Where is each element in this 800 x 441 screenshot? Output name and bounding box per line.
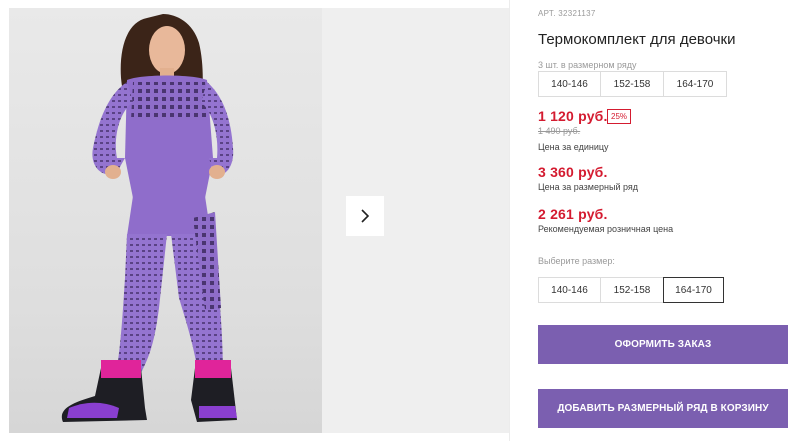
pack-size-cell: 140-146 [538, 71, 601, 97]
old-price: 1 490 руб. [538, 126, 581, 136]
product-photo[interactable] [9, 8, 322, 433]
size-option-140-146[interactable]: 140-146 [538, 277, 601, 303]
add-size-row-to-cart-button[interactable]: ДОБАВИТЬ РАЗМЕРНЫЙ РЯД В КОРЗИНУ [538, 389, 788, 428]
retail-price-note: Рекомендуемая розничная цена [538, 224, 674, 234]
pack-label: 3 шт. в размерном ряду [538, 60, 637, 70]
discount-badge: 25% [607, 109, 632, 124]
pack-size-row: 140-146 152-158 164-170 [538, 71, 727, 97]
pack-size-cell: 152-158 [600, 71, 664, 97]
girl-thermal-set-illustration [61, 14, 237, 422]
pack-size-cell: 164-170 [663, 71, 727, 97]
chevron-right-icon [361, 209, 370, 223]
row-price-note: Цена за размерный ряд [538, 182, 639, 192]
row-price: 3 360 руб. [538, 164, 608, 180]
next-photo-button[interactable] [346, 196, 384, 236]
retail-price: 2 261 руб. [538, 206, 608, 222]
size-selector: 140-146 152-158 164-170 [538, 277, 724, 303]
unit-price: 1 120 руб. [538, 108, 608, 124]
product-title: Термокомплект для девочки [538, 31, 736, 48]
unit-price-note: Цена за единицу [538, 142, 609, 152]
size-option-152-158[interactable]: 152-158 [600, 277, 664, 303]
size-option-164-170[interactable]: 164-170 [663, 277, 724, 303]
order-button[interactable]: ОФОРМИТЬ ЗАКАЗ [538, 325, 788, 364]
article-number: АРТ. 32321137 [538, 9, 596, 18]
product-gallery [0, 0, 509, 441]
panel-divider [509, 0, 510, 441]
choose-size-label: Выберите размер: [538, 256, 615, 266]
